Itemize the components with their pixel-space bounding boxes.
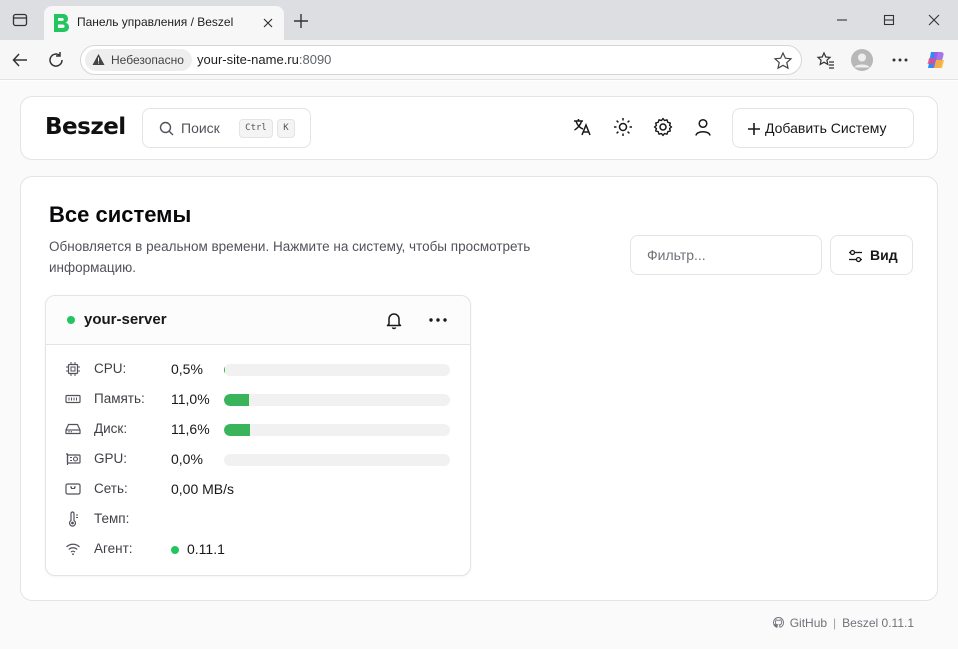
footer-separator: | xyxy=(833,616,837,630)
memory-icon xyxy=(65,394,81,404)
usage-bar-fill xyxy=(224,364,226,376)
agent-version: 0.11.1 xyxy=(187,541,225,557)
tab-title: Панель управления / Beszel xyxy=(77,15,234,29)
favorite-star-icon[interactable] xyxy=(773,51,793,71)
url-text[interactable]: your-site-name.ru:8090 xyxy=(197,52,331,67)
close-window-icon[interactable] xyxy=(914,6,954,34)
language-icon[interactable] xyxy=(571,116,593,138)
metric-value: 0,0% xyxy=(171,451,203,467)
metric-value: 0,5% xyxy=(171,361,203,377)
system-card-header: your-server xyxy=(46,296,470,345)
version-link[interactable]: Beszel 0.11.1 xyxy=(842,616,914,630)
app-header: Beszel Поиск Ctrl K Добавить Систему xyxy=(20,96,938,160)
metric-memory: Память: 11,0% xyxy=(46,388,470,410)
beszel-favicon-icon xyxy=(54,14,69,32)
systems-card: Все системы Обновляется в реальном време… xyxy=(20,176,938,601)
page-title: Все системы xyxy=(49,202,192,227)
network-icon xyxy=(65,483,81,495)
metric-label: Сеть: xyxy=(94,481,128,496)
browser-tab[interactable]: Панель управления / Beszel xyxy=(44,6,284,40)
status-dot xyxy=(67,316,75,324)
metric-disk: Диск: 11,6% xyxy=(46,418,470,440)
github-link[interactable]: GitHub xyxy=(790,616,827,630)
search-icon xyxy=(159,121,174,136)
metric-value: 11,6% xyxy=(171,421,210,437)
metric-label: Диск: xyxy=(94,421,128,436)
add-system-label: Добавить Систему xyxy=(765,120,887,136)
filter-input[interactable] xyxy=(630,235,822,275)
add-system-button[interactable]: Добавить Систему xyxy=(732,108,914,148)
usage-bar xyxy=(224,394,450,406)
agent-status-dot xyxy=(171,546,179,554)
copilot-icon[interactable] xyxy=(922,46,950,74)
bell-icon[interactable] xyxy=(384,310,404,330)
usage-bar-fill xyxy=(224,424,251,436)
beszel-logo[interactable]: Beszel xyxy=(45,114,126,140)
view-button[interactable]: Вид xyxy=(830,235,913,275)
new-tab-icon[interactable] xyxy=(290,10,312,32)
minimize-window-icon[interactable] xyxy=(822,6,862,34)
browser-toolbar: Небезопасно your-site-name.ru:8090 xyxy=(0,40,958,80)
search-label: Поиск xyxy=(181,120,220,136)
metric-gpu: GPU: 0,0% xyxy=(46,448,470,470)
metric-label: GPU: xyxy=(94,451,128,466)
page-footer: GitHub | Beszel 0.11.1 xyxy=(772,616,914,630)
url-port: :8090 xyxy=(298,52,332,67)
tab-actions-icon[interactable] xyxy=(6,6,34,34)
reload-icon[interactable] xyxy=(42,46,70,74)
metric-label: Агент: xyxy=(94,541,133,556)
gpu-icon xyxy=(66,453,81,465)
thermometer-icon xyxy=(68,511,78,527)
page-subtitle: Обновляется в реальном времени. Нажмите … xyxy=(49,239,531,275)
system-card[interactable]: your-server CPU: 0,5% Память: 11,0% Диск… xyxy=(45,295,471,576)
kbd-k: K xyxy=(277,119,295,138)
url-host: your-site-name.ru xyxy=(197,52,299,67)
back-icon[interactable] xyxy=(6,46,34,74)
metric-agent: Агент: 0.11.1 xyxy=(46,538,470,560)
metric-value: 11,0% xyxy=(171,391,210,407)
browser-tab-bar: Панель управления / Beszel xyxy=(0,0,958,40)
search-button[interactable]: Поиск Ctrl K xyxy=(142,108,311,148)
metric-temp: Темп: xyxy=(46,508,470,530)
kbd-ctrl: Ctrl xyxy=(239,119,273,138)
security-warning[interactable]: Небезопасно xyxy=(85,49,192,71)
user-icon[interactable] xyxy=(692,116,714,138)
usage-bar-fill xyxy=(224,394,249,406)
page-body: Beszel Поиск Ctrl K Добавить Систему Все… xyxy=(0,81,958,649)
wifi-icon xyxy=(66,543,80,556)
theme-sun-icon[interactable] xyxy=(612,116,634,138)
close-tab-icon[interactable] xyxy=(259,14,277,32)
metric-value: 0,00 MB/s xyxy=(171,481,235,497)
disk-icon xyxy=(65,423,81,435)
metric-label: Темп: xyxy=(94,511,130,526)
usage-bar xyxy=(224,454,450,466)
more-options-icon[interactable] xyxy=(886,46,914,74)
profile-avatar-icon[interactable] xyxy=(848,46,876,74)
usage-bar xyxy=(224,364,450,376)
metric-network: Сеть: 0,00 MB/s xyxy=(46,478,470,500)
metric-label: CPU: xyxy=(94,361,127,376)
more-menu-icon[interactable] xyxy=(427,310,449,330)
sliders-icon xyxy=(849,249,862,263)
warning-icon xyxy=(92,54,105,65)
maximize-window-icon[interactable] xyxy=(869,6,909,34)
usage-bar xyxy=(224,424,450,436)
address-bar[interactable]: Небезопасно your-site-name.ru:8090 xyxy=(80,45,802,75)
metric-cpu: CPU: 0,5% xyxy=(46,358,470,380)
cpu-icon xyxy=(66,362,80,376)
plus-icon xyxy=(748,123,760,135)
settings-gear-icon[interactable] xyxy=(652,116,674,138)
security-label: Небезопасно xyxy=(111,53,184,67)
view-label: Вид xyxy=(870,247,898,263)
system-name[interactable]: your-server xyxy=(84,311,167,328)
favorites-icon[interactable] xyxy=(812,46,840,74)
metric-label: Память: xyxy=(94,391,145,406)
github-icon xyxy=(772,617,784,628)
